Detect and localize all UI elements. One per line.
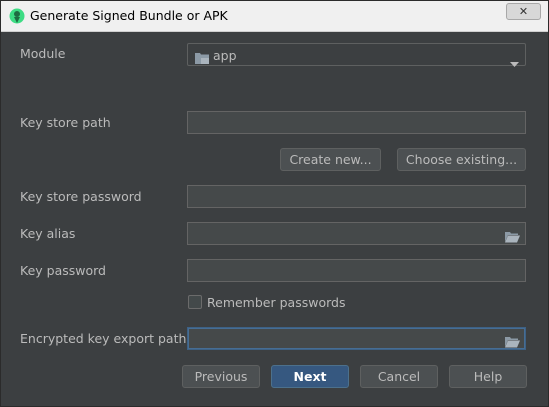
key-store-password-field[interactable] [187,185,526,208]
key-alias-field[interactable] [187,222,526,245]
create-new-button[interactable]: Create new... [280,148,381,171]
next-button[interactable]: Next [271,365,349,388]
module-selected-value: app [213,48,237,63]
encrypted-key-export-path-field[interactable] [187,327,526,350]
chevron-down-icon [510,52,519,71]
module-label: Module [20,46,66,61]
browse-folder-icon[interactable] [505,228,520,247]
module-dropdown[interactable]: app [187,43,526,68]
key-password-label: Key password [20,263,106,278]
window-title: Generate Signed Bundle or APK [30,8,228,23]
remember-passwords-checkbox[interactable] [188,295,202,309]
generate-signed-bundle-dialog: Generate Signed Bundle or APK ✕ Module a… [0,0,549,407]
key-store-path-field[interactable] [187,111,526,134]
browse-folder-icon[interactable] [505,333,520,352]
key-password-field[interactable] [187,259,526,282]
key-store-path-label: Key store path [20,115,111,130]
remember-passwords-label: Remember passwords [207,295,346,310]
key-alias-label: Key alias [20,226,76,241]
android-studio-icon [9,8,25,24]
close-button[interactable]: ✕ [506,3,541,20]
help-button[interactable]: Help [449,365,527,388]
folder-icon [195,49,209,68]
close-icon: ✕ [518,5,529,18]
choose-existing-button[interactable]: Choose existing... [397,148,526,171]
title-bar: Generate Signed Bundle or APK ✕ [1,1,548,32]
encrypted-key-export-path-label: Encrypted key export path [20,331,187,346]
cancel-button[interactable]: Cancel [360,365,438,388]
key-store-password-label: Key store password [20,189,142,204]
previous-button[interactable]: Previous [182,365,260,388]
